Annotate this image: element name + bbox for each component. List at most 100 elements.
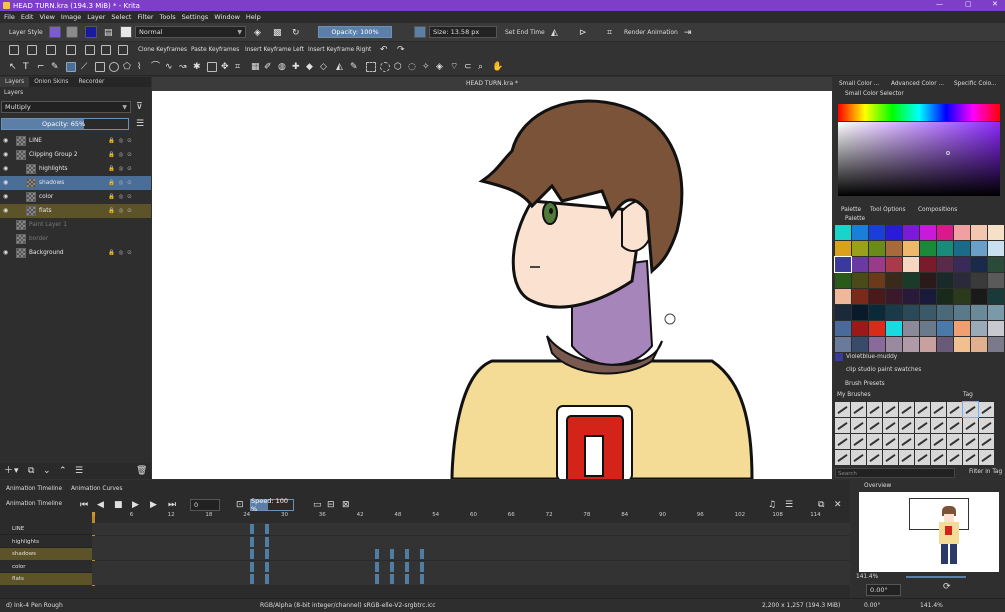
minimize-icon[interactable]: —	[936, 0, 943, 8]
brush-preset-tile[interactable]	[851, 450, 866, 465]
insert-keyframe-right-button[interactable]: Insert Keyframe Right	[308, 47, 371, 53]
tab-compositions[interactable]: Compositions	[918, 207, 957, 213]
swatch-set-name[interactable]: clip studio paint swatches	[846, 367, 921, 373]
brush-preset-tile[interactable]	[883, 450, 898, 465]
brush-preset-tile[interactable]	[883, 402, 898, 417]
calligraphy-icon[interactable]: ✎	[51, 62, 59, 72]
menu-layer[interactable]: Layer	[87, 13, 105, 21]
brush-preset-tile[interactable]	[931, 434, 946, 449]
layer-property-icons[interactable]: 🔒 ◎ ⊙	[108, 152, 133, 158]
reload-preset-icon[interactable]: ↻	[292, 28, 300, 38]
palette-swatch[interactable]	[937, 337, 953, 352]
select-shapes-icon[interactable]: ↖	[9, 62, 17, 72]
measure-tool-icon[interactable]: ✎	[350, 62, 358, 72]
palette-swatch[interactable]	[869, 337, 885, 352]
palette-swatch[interactable]	[869, 321, 885, 336]
palette-swatch[interactable]	[835, 289, 851, 304]
brush-preset-tile[interactable]	[947, 434, 962, 449]
move-layer-down-icon[interactable]: ⌄	[43, 466, 51, 476]
similar-select-icon[interactable]: ◈	[436, 62, 443, 72]
palette-swatch[interactable]	[937, 241, 953, 256]
layer-property-icons[interactable]: 🔒 ◎ ⊙	[108, 180, 133, 186]
palette-swatch[interactable]	[886, 273, 902, 288]
layer-menu-icon[interactable]: ☰	[136, 119, 144, 129]
palette-swatch[interactable]	[920, 337, 936, 352]
timeline-row[interactable]: flats	[0, 573, 850, 585]
palette-swatch[interactable]	[886, 289, 902, 304]
fill-tool-icon[interactable]: ◆	[306, 62, 313, 72]
document-tab[interactable]: HEAD TURN.kra *	[152, 77, 832, 91]
timeline-frames[interactable]	[92, 523, 850, 535]
brush-preset-tile[interactable]	[867, 418, 882, 433]
palette-swatch[interactable]	[988, 289, 1004, 304]
multibrush-icon[interactable]: ✱	[193, 62, 201, 72]
status-color-space[interactable]: RGB/Alpha (8-bit integer/channel) sRGB-e…	[260, 602, 436, 609]
play-icon[interactable]: ▶	[132, 500, 139, 510]
layer-property-icons[interactable]: 🔒 ◎ ⊙	[108, 194, 133, 200]
brush-preset-tile[interactable]	[915, 434, 930, 449]
overview-zoom-slider[interactable]	[906, 576, 966, 578]
move-layer-up-icon[interactable]: ⌃	[59, 466, 67, 476]
edit-shapes-icon[interactable]: ⌐	[37, 62, 45, 72]
palette-swatch[interactable]	[869, 225, 885, 240]
ellipse-tool-icon[interactable]	[109, 62, 119, 72]
layer-row[interactable]: ◉ shadows 🔒 ◎ ⊙	[0, 176, 151, 190]
brush-preset-tile[interactable]	[979, 402, 994, 417]
mirror-horizontal-icon[interactable]: ◭	[551, 28, 558, 38]
keyframe[interactable]	[375, 549, 379, 559]
brush-preset-tile[interactable]	[963, 434, 978, 449]
palette-swatch[interactable]	[971, 257, 987, 272]
palette-swatch[interactable]	[988, 337, 1004, 352]
palette-swatch[interactable]	[971, 241, 987, 256]
visibility-icon[interactable]	[3, 221, 10, 228]
layer-row[interactable]: ◉ Background 🔒 ◎ ⊙	[0, 246, 151, 260]
palette-swatch[interactable]	[835, 321, 851, 336]
enclose-fill-icon[interactable]: ◇	[320, 62, 327, 72]
brush-preset-icon[interactable]: ▤	[104, 28, 113, 38]
timeline-menu-icon[interactable]: ☰	[785, 500, 793, 510]
menu-tools[interactable]: Tools	[160, 13, 176, 21]
palette-swatch[interactable]	[903, 305, 919, 320]
palette-swatch[interactable]	[954, 273, 970, 288]
palette-swatch[interactable]	[988, 257, 1004, 272]
timeline-row[interactable]: highlights	[0, 535, 850, 548]
next-frame-icon[interactable]: ▶	[150, 500, 157, 510]
keyframe[interactable]	[375, 561, 379, 572]
palette-swatch[interactable]	[954, 225, 970, 240]
brush-preset-tile[interactable]	[851, 402, 866, 417]
layer-filter-icon[interactable]: ⊽	[136, 102, 143, 112]
palette-swatch[interactable]	[954, 337, 970, 352]
insert-keyframe-left-button[interactable]: Insert Keyframe Left	[245, 47, 304, 53]
menu-select[interactable]: Select	[111, 13, 131, 21]
assistant-tool-icon[interactable]: ◭	[336, 62, 343, 72]
palette-swatch[interactable]	[835, 241, 851, 256]
brush-preset-tile[interactable]	[931, 450, 946, 465]
brush-preset-tile[interactable]	[979, 418, 994, 433]
brush-preset-tile[interactable]	[947, 418, 962, 433]
palette-swatch[interactable]	[920, 225, 936, 240]
palette-swatch[interactable]	[869, 305, 885, 320]
brush-set-select[interactable]: My Brushes	[837, 392, 871, 398]
palette-swatch[interactable]	[852, 321, 868, 336]
colorize-mask-icon[interactable]: ◍	[278, 62, 286, 72]
palette-swatch[interactable]	[954, 289, 970, 304]
keyframe[interactable]	[420, 549, 424, 559]
pan-tool-icon[interactable]: ✋	[492, 62, 503, 72]
palette-swatch[interactable]	[937, 321, 953, 336]
palette-swatch[interactable]	[903, 225, 919, 240]
eraser-icon[interactable]: ◈	[254, 28, 261, 38]
palette-swatch[interactable]	[869, 273, 885, 288]
tab-animation-timeline[interactable]: Animation Timeline	[6, 486, 62, 492]
palette-swatch[interactable]	[954, 241, 970, 256]
palette-swatch[interactable]	[937, 257, 953, 272]
palette-swatch[interactable]	[835, 225, 851, 240]
keyframe[interactable]	[265, 524, 269, 534]
keyframe[interactable]	[390, 549, 394, 559]
palette-swatch[interactable]	[852, 225, 868, 240]
close-docker-icon[interactable]: ✕	[834, 500, 842, 510]
palette-swatch[interactable]	[886, 321, 902, 336]
palette-swatch[interactable]	[988, 273, 1004, 288]
brush-preset-tile[interactable]	[883, 434, 898, 449]
brush-preset-tile[interactable]	[915, 402, 930, 417]
visibility-icon[interactable]: ◉	[3, 151, 10, 158]
